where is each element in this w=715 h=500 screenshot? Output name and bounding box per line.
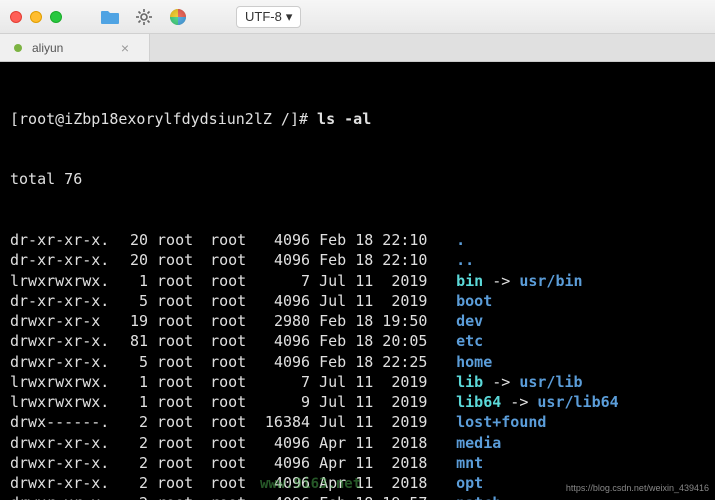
listing-row: dr-xr-xr-x.20 root root4096 Feb 18 22:10… xyxy=(10,230,705,250)
watermark-text: www.9i63.net xyxy=(260,475,361,494)
color-wheel-icon[interactable] xyxy=(168,7,188,27)
listing-row: drwxr-xr-x.2 root root4096 Apr 11 2018 m… xyxy=(10,453,705,473)
toolbar xyxy=(100,7,188,27)
listing-row: lrwxrwxrwx.1 root root7 Jul 11 2019 bin … xyxy=(10,271,705,291)
prompt-line: [root@iZbp18exorylfdydsiun2lZ /]# ls -al xyxy=(10,109,705,129)
listing-row: drwx------.2 root root16384 Jul 11 2019 … xyxy=(10,412,705,432)
connection-status-icon xyxy=(14,44,22,52)
listing-row: dr-xr-xr-x.20 root root4096 Feb 18 22:10… xyxy=(10,250,705,270)
listing-row: drwxr-xr-x19 root root2980 Feb 18 19:50 … xyxy=(10,311,705,331)
traffic-lights xyxy=(10,11,62,23)
maximize-window-button[interactable] xyxy=(50,11,62,23)
encoding-dropdown[interactable]: UTF-8 ▾ xyxy=(236,6,301,28)
source-url-text: https://blog.csdn.net/weixin_439416 xyxy=(566,482,709,494)
listing-row: drwxr-xr-x.5 root root4096 Feb 18 22:25 … xyxy=(10,352,705,372)
listing-row: lrwxrwxrwx.1 root root7 Jul 11 2019 lib … xyxy=(10,372,705,392)
file-listing: dr-xr-xr-x.20 root root4096 Feb 18 22:10… xyxy=(10,230,705,500)
chevron-down-icon: ▾ xyxy=(286,9,293,25)
shell-prompt: [root@iZbp18exorylfdydsiun2lZ /]# xyxy=(10,110,317,128)
folder-icon[interactable] xyxy=(100,7,120,27)
titlebar: UTF-8 ▾ xyxy=(0,0,715,34)
encoding-label: UTF-8 xyxy=(245,9,282,24)
tab-close-button[interactable]: × xyxy=(121,40,129,56)
listing-row: lrwxrwxrwx.1 root root9 Jul 11 2019 lib6… xyxy=(10,392,705,412)
tab-aliyun[interactable]: aliyun × xyxy=(0,34,150,61)
close-window-button[interactable] xyxy=(10,11,22,23)
total-line: total 76 xyxy=(10,169,705,189)
app-window: UTF-8 ▾ aliyun × [root@iZbp18exorylfdyds… xyxy=(0,0,715,500)
listing-row: drwxr-xr-x.81 root root4096 Feb 18 20:05… xyxy=(10,331,705,351)
gear-icon[interactable] xyxy=(134,7,154,27)
listing-row: dr-xr-xr-x.5 root root4096 Jul 11 2019 b… xyxy=(10,291,705,311)
terminal-pane[interactable]: [root@iZbp18exorylfdydsiun2lZ /]# ls -al… xyxy=(0,62,715,500)
tab-label: aliyun xyxy=(32,41,63,55)
command-text: ls -al xyxy=(317,110,371,128)
tabbar: aliyun × xyxy=(0,34,715,62)
minimize-window-button[interactable] xyxy=(30,11,42,23)
listing-row: drwxr-xr-x2 root root4096 Feb 18 19:57 p… xyxy=(10,493,705,500)
listing-row: drwxr-xr-x.2 root root4096 Apr 11 2018 m… xyxy=(10,433,705,453)
